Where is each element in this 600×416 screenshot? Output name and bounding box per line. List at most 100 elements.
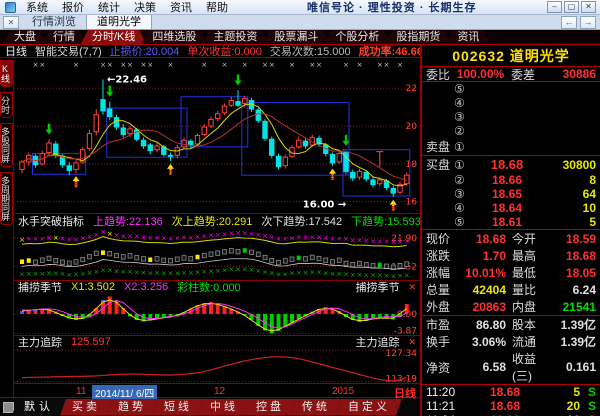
- svg-text:×: ×: [73, 271, 79, 279]
- market-tab[interactable]: 分时/K线: [81, 30, 146, 44]
- svg-text:×: ×: [46, 234, 52, 242]
- svg-text:×: ×: [377, 237, 383, 245]
- stat-value: 42404: [460, 283, 506, 297]
- maximize-button[interactable]: ▢: [564, 1, 579, 13]
- workspace-tab[interactable]: 行情浏览: [22, 15, 86, 30]
- fishing-season-histogram[interactable]: 0.00-3.87: [14, 293, 420, 335]
- svg-text:×: ×: [107, 267, 113, 275]
- sell-level-row[interactable]: ④: [422, 96, 600, 110]
- stat-row: 外盘20863内盘21541: [422, 298, 600, 315]
- svg-text:×: ×: [316, 269, 322, 277]
- svg-text:×: ×: [39, 235, 45, 243]
- main-force-line-chart[interactable]: 127.34113.19: [14, 348, 420, 383]
- sell-level-row[interactable]: 卖盘①: [422, 138, 600, 155]
- level-volume: 8: [544, 173, 596, 187]
- buy-level-row[interactable]: 买盘①18.6830800: [422, 156, 600, 173]
- sidebar-tab[interactable]: 分时: [0, 92, 13, 118]
- market-tab[interactable]: 股票漏斗: [263, 30, 329, 44]
- level-number: ①: [454, 158, 470, 172]
- toolbar-tab[interactable]: 传统: [290, 399, 342, 416]
- forward-arrow-button[interactable]: →: [580, 16, 596, 29]
- menu-item[interactable]: 帮助: [199, 0, 235, 15]
- fishing-season-header: 捕捞季节 X1:3.502 X2:3.256 彩柱数:0.000 捕捞季节 ✕: [14, 280, 420, 293]
- market-tab[interactable]: 四维选股: [141, 30, 207, 44]
- menu-item[interactable]: 报价: [55, 0, 91, 15]
- close-button[interactable]: ✕: [581, 1, 596, 13]
- single-profit-value: 单次收益:0.000: [187, 43, 262, 59]
- market-tab[interactable]: 股指期货: [385, 30, 451, 44]
- fishing-name-right: 捕捞季节: [355, 279, 399, 295]
- queue-side-label: 卖盘: [426, 138, 454, 155]
- svg-text:×: ×: [73, 236, 79, 244]
- close-pane-icon[interactable]: ✕: [408, 337, 416, 348]
- buy-level-row[interactable]: ④18.6410: [422, 201, 600, 215]
- svg-text:×: ×: [19, 236, 25, 244]
- svg-text:×: ×: [269, 61, 275, 69]
- menu-item[interactable]: 统计: [91, 0, 127, 15]
- weibi-value: 100.00%: [450, 67, 511, 81]
- market-tab[interactable]: 个股分析: [324, 30, 390, 44]
- sidebar-tab[interactable]: K线: [0, 60, 13, 87]
- close-pane-icon[interactable]: ✕: [408, 282, 416, 293]
- toolbar-tab[interactable]: 短线: [152, 399, 204, 416]
- svg-text:×: ×: [222, 266, 228, 274]
- period-label[interactable]: 日线: [5, 43, 27, 59]
- svg-text:×: ×: [134, 233, 140, 241]
- svg-text:×: ×: [390, 238, 396, 246]
- svg-text:×: ×: [262, 61, 268, 69]
- menu-item[interactable]: 决策: [127, 0, 163, 15]
- svg-text:×: ×: [93, 231, 99, 239]
- stat-value: 1.39亿: [550, 316, 596, 333]
- stat-value: 21541: [550, 300, 596, 314]
- svg-text:×: ×: [93, 268, 99, 276]
- level-number: ④: [454, 201, 470, 215]
- sell-level-row[interactable]: ③: [422, 110, 600, 124]
- market-tab[interactable]: 主题投资: [202, 30, 268, 44]
- menu-item[interactable]: 资讯: [163, 0, 199, 15]
- sidebar-tab[interactable]: 多周期同屏: [0, 172, 13, 225]
- svg-text:×: ×: [174, 234, 180, 242]
- sell-level-row[interactable]: ⑤: [422, 82, 600, 96]
- sailor-indicator-band[interactable]: 21.9017.52××××××××××××××××××××××××××××××…: [14, 227, 420, 280]
- sailor-up-trend: 上趋势:22.136: [93, 213, 163, 229]
- toolbar-tab[interactable]: 自定义: [336, 399, 402, 416]
- stat-label: 最高: [506, 247, 550, 264]
- svg-text:×: ×: [249, 230, 255, 238]
- buy-level-row[interactable]: ②18.668: [422, 173, 600, 187]
- market-tab[interactable]: 行情: [42, 30, 86, 44]
- stat-label: 外盘: [426, 298, 460, 315]
- svg-text:×: ×: [235, 266, 241, 274]
- sailor-next-up: 次上趋势:20.291: [172, 213, 253, 229]
- stat-value: 6.24: [550, 283, 596, 297]
- app-logo-icon: [5, 2, 16, 13]
- market-tab[interactable]: 大盘: [3, 30, 47, 44]
- toolbar-tab[interactable]: 控盘: [244, 399, 296, 416]
- toolbar-tab[interactable]: 趋势: [106, 399, 158, 416]
- timeline-axis[interactable]: 11 2014/11/ 6/四 12 2015 日线: [14, 383, 420, 397]
- sell-level-row[interactable]: ②: [422, 124, 600, 138]
- svg-text:×: ×: [336, 235, 342, 243]
- close-view-icon[interactable]: ✕: [3, 16, 19, 29]
- queue-side-label: 买盘: [426, 156, 454, 173]
- menu-item[interactable]: 系统: [19, 0, 55, 15]
- buy-level-row[interactable]: ⑤18.615: [422, 215, 600, 229]
- stat-value: 18.68: [550, 249, 596, 263]
- stat-label: 换手: [426, 333, 460, 350]
- market-tab[interactable]: 资讯: [446, 30, 490, 44]
- buy-level-row[interactable]: ③18.6564: [422, 187, 600, 201]
- level-number: ③: [454, 110, 470, 124]
- svg-text:16: 16: [406, 198, 418, 208]
- main-force-name-right: 主力追踪: [355, 334, 399, 350]
- toolbar-tab[interactable]: 默认: [12, 399, 66, 416]
- main-candlestick-chart[interactable]: 22201816×××××××××××××××××××××××BBBB←22.4…: [14, 58, 420, 213]
- toolbar-grip-icon[interactable]: [3, 402, 14, 413]
- sidebar-tab[interactable]: 多股同屏: [0, 123, 13, 167]
- back-arrow-button[interactable]: ←: [561, 16, 577, 29]
- toolbar-tab[interactable]: 中线: [198, 399, 250, 416]
- svg-text:×: ×: [39, 270, 45, 278]
- stat-label: 总量: [426, 281, 460, 298]
- workspace-tab[interactable]: 道明光学: [86, 15, 152, 30]
- toolbar-tab[interactable]: 买卖: [60, 399, 112, 416]
- chart-info-bar: 日线 智能交易(7,7) 止损价:20.004 单次收益:0.000 交易次数:…: [0, 45, 420, 58]
- minimize-button[interactable]: –: [547, 1, 562, 13]
